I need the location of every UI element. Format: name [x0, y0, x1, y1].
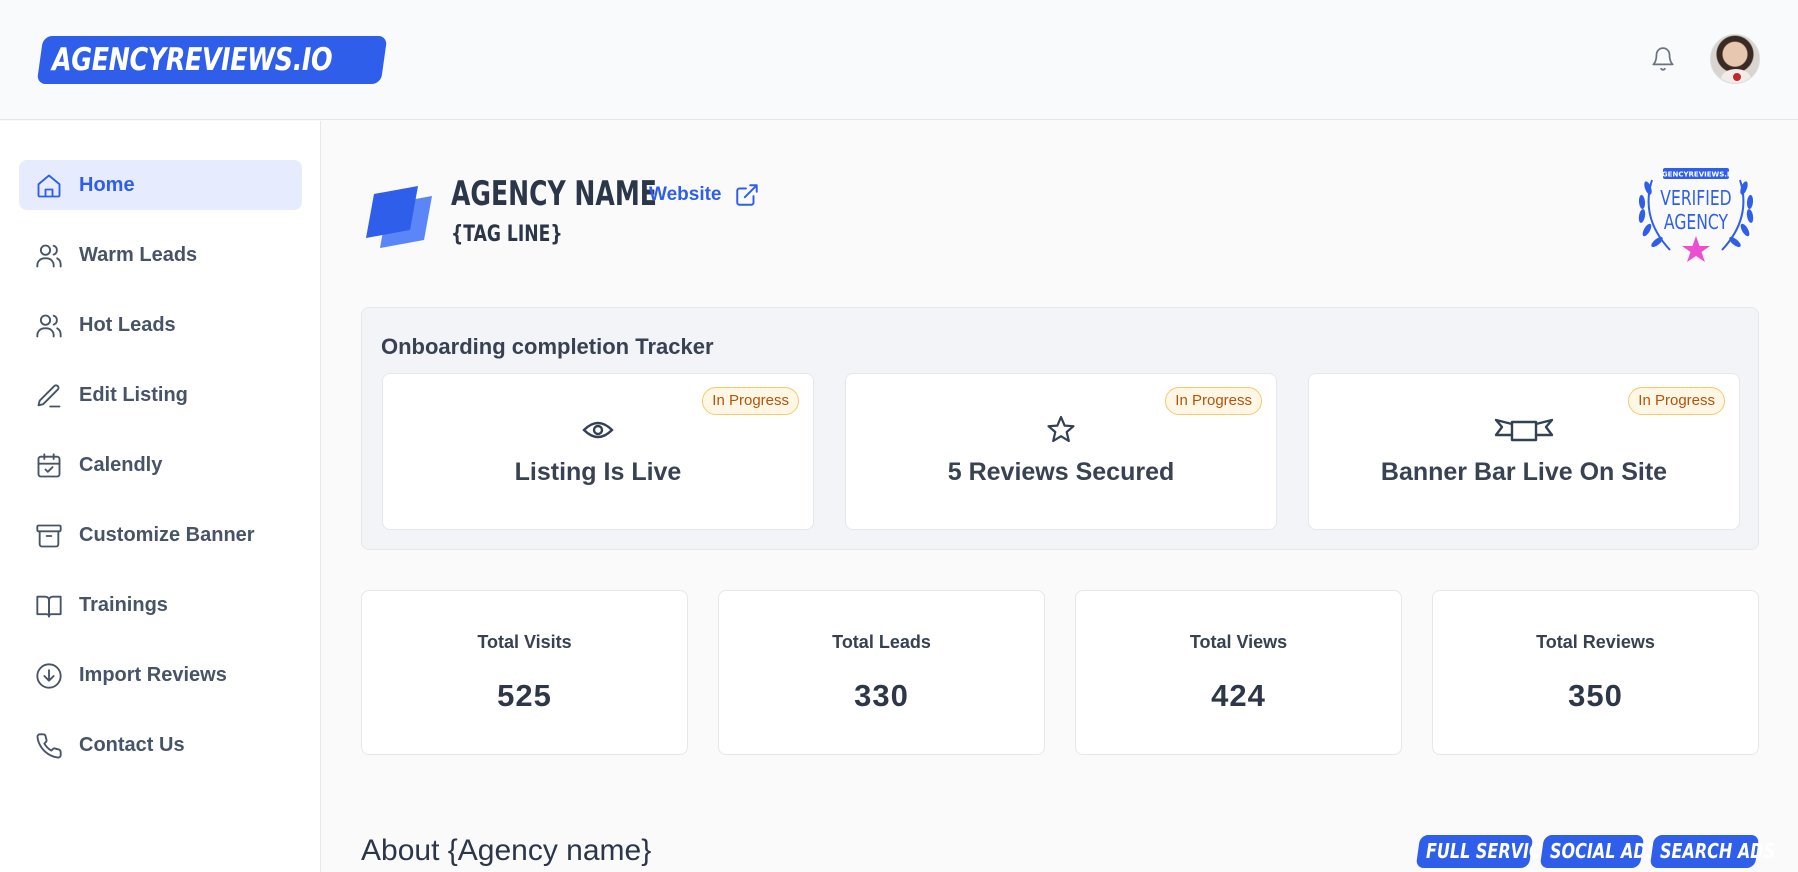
stat-card-total-views: Total Views 424: [1075, 590, 1402, 755]
sidebar-item-label: Hot Leads: [79, 314, 176, 336]
users-icon: [36, 314, 62, 338]
sidebar-item-trainings[interactable]: Trainings: [19, 580, 302, 630]
sidebar-item-label: Import Reviews: [79, 664, 227, 686]
tracker-title: Onboarding completion Tracker: [381, 334, 714, 359]
stat-value: 525: [497, 678, 552, 713]
stat-card-total-reviews: Total Reviews 350: [1432, 590, 1759, 755]
agency-name: AGENCY NAME: [451, 174, 657, 214]
status-badge: In Progress: [702, 387, 799, 415]
task-card-banner-live[interactable]: In Progress Banner Bar Live On Site: [1308, 373, 1740, 530]
task-label: Banner Bar Live On Site: [1380, 458, 1668, 486]
banner-icon: [1494, 418, 1554, 442]
top-bar: AGENCYREVIEWS.IO: [0, 0, 1798, 120]
sidebar-item-label: Contact Us: [79, 734, 185, 756]
task-label: Listing Is Live: [514, 458, 682, 486]
site-logo[interactable]: AGENCYREVIEWS.IO: [36, 36, 388, 84]
service-tag[interactable]: SOCIAL ADS: [1539, 835, 1659, 868]
sidebar-item-calendly[interactable]: Calendly: [19, 440, 302, 490]
sidebar-item-label: Warm Leads: [79, 244, 198, 266]
home-icon: [37, 174, 61, 198]
badge-star-icon: [1682, 236, 1710, 262]
onboarding-tracker: Onboarding completion Tracker In Progres…: [361, 307, 1759, 550]
stat-card-total-leads: Total Leads 330: [718, 590, 1045, 755]
badge-top-text: AGENCYREVIEWS.IO: [1657, 171, 1736, 179]
task-label: 5 Reviews Secured: [947, 458, 1175, 486]
external-link-icon[interactable]: [734, 182, 760, 208]
book-open-icon: [36, 595, 62, 618]
sidebar-item-label: Home: [79, 174, 135, 196]
stat-label: Total Views: [1189, 632, 1288, 652]
tag-label: SOCIAL ADS: [1550, 839, 1659, 863]
eye-icon: [582, 421, 614, 439]
stat-label: Total Visits: [477, 632, 572, 652]
archive-icon: [36, 524, 62, 548]
status-badge: In Progress: [1165, 387, 1262, 415]
calendar-check-icon: [37, 453, 61, 478]
verified-agency-badge: AGENCYREVIEWS.IO VERIFIED AGENCY: [1638, 168, 1754, 262]
website-link[interactable]: Website: [649, 184, 722, 206]
sidebar-item-contact-us[interactable]: Contact Us: [19, 720, 302, 770]
sidebar-item-import-reviews[interactable]: Import Reviews: [19, 650, 302, 700]
badge-line1: VERIFIED: [1660, 187, 1731, 210]
sidebar-item-home[interactable]: Home: [19, 160, 302, 210]
pencil-icon: [37, 384, 61, 408]
service-tag[interactable]: SEARCH ADS: [1649, 835, 1776, 868]
sidebar-item-label: Trainings: [79, 594, 168, 616]
sidebar-item-warm-leads[interactable]: Warm Leads: [19, 230, 302, 280]
tag-label: FULL SERVICE: [1426, 839, 1552, 863]
sidebar-item-customize-banner[interactable]: Customize Banner: [19, 510, 302, 560]
sidebar-item-edit-listing[interactable]: Edit Listing: [19, 370, 302, 420]
download-circle-icon: [36, 663, 62, 689]
stat-card-total-visits: Total Visits 525: [361, 590, 688, 755]
status-badge: In Progress: [1628, 387, 1725, 415]
stat-value: 330: [854, 678, 909, 713]
task-card-reviews-secured[interactable]: In Progress 5 Reviews Secured: [845, 373, 1277, 530]
phone-icon: [36, 733, 62, 759]
sidebar-item-hot-leads[interactable]: Hot Leads: [19, 300, 302, 350]
agency-logo-icon: [366, 186, 432, 248]
badge-line2: AGENCY: [1664, 211, 1728, 234]
user-avatar[interactable]: [1710, 34, 1760, 84]
sidebar-item-label: Calendly: [79, 454, 163, 476]
stat-label: Total Leads: [832, 632, 931, 652]
about-heading: About {Agency name}: [361, 834, 652, 867]
sidebar: Home Warm Leads Hot Leads Edit Listing C…: [0, 121, 321, 872]
sidebar-item-label: Customize Banner: [79, 524, 255, 546]
bell-icon[interactable]: [1650, 46, 1676, 72]
star-icon: [1047, 415, 1075, 443]
sidebar-item-label: Edit Listing: [79, 384, 188, 406]
stat-label: Total Reviews: [1536, 632, 1655, 652]
users-icon: [36, 244, 62, 268]
stat-value: 350: [1568, 678, 1623, 713]
stat-value: 424: [1211, 678, 1266, 713]
task-card-listing-live[interactable]: In Progress Listing Is Live: [382, 373, 814, 530]
service-tag[interactable]: FULL SERVICE: [1415, 835, 1552, 868]
agency-tagline: {TAG LINE}: [451, 222, 563, 247]
tag-label: SEARCH ADS: [1660, 839, 1776, 863]
logo-text: AGENCYREVIEWS.IO: [52, 42, 333, 78]
